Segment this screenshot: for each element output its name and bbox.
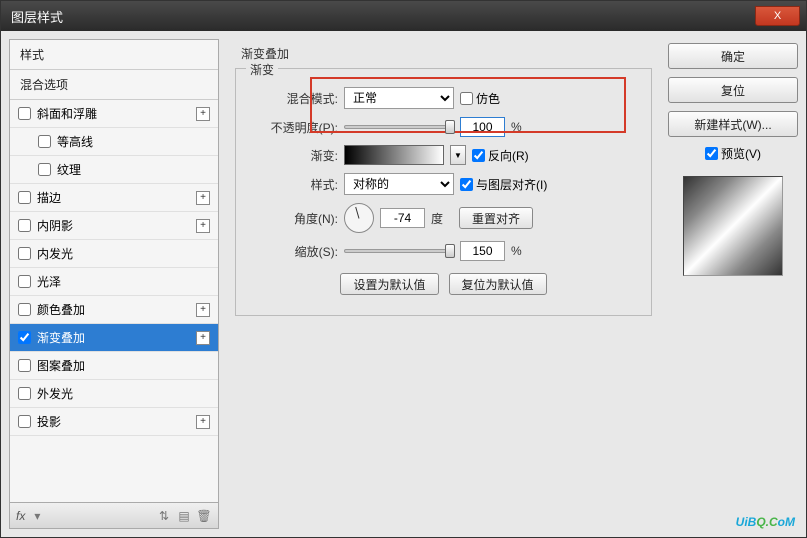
add-effect-icon[interactable]: + — [196, 191, 210, 205]
style-label: 样式: — [248, 176, 338, 193]
style-item-label: 渐变叠加 — [37, 329, 85, 346]
angle-dial[interactable] — [344, 203, 374, 233]
style-item-6[interactable]: 光泽 — [10, 268, 218, 296]
opacity-unit: % — [511, 120, 522, 134]
style-item-5[interactable]: 内发光 — [10, 240, 218, 268]
opacity-label: 不透明度(P): — [248, 119, 338, 136]
style-item-checkbox[interactable] — [18, 219, 31, 232]
opacity-slider[interactable] — [344, 125, 454, 129]
style-item-checkbox[interactable] — [18, 247, 31, 260]
scale-input[interactable] — [460, 241, 505, 261]
dialog-body: 样式 混合选项 斜面和浮雕+等高线纹理描边+内阴影+内发光光泽颜色叠加+渐变叠加… — [1, 31, 806, 537]
gradient-fieldset: 渐变 混合模式: 正常 仿色 不透明度(P): % 渐变: ▼ 反向(R) — [235, 68, 652, 316]
preview-swatch — [683, 176, 783, 276]
page-icon[interactable]: ▤ — [176, 508, 192, 524]
add-effect-icon[interactable]: + — [196, 331, 210, 345]
style-item-label: 内阴影 — [37, 217, 73, 234]
fx-icon[interactable]: fx — [16, 509, 25, 523]
scale-unit: % — [511, 244, 522, 258]
style-item-checkbox[interactable] — [18, 303, 31, 316]
style-item-10[interactable]: 外发光 — [10, 380, 218, 408]
style-item-checkbox[interactable] — [18, 415, 31, 428]
style-select[interactable]: 对称的 — [344, 173, 454, 195]
style-item-4[interactable]: 内阴影 + — [10, 212, 218, 240]
angle-label: 角度(N): — [248, 210, 338, 227]
close-button[interactable]: X — [755, 6, 800, 26]
styles-list-panel: 样式 混合选项 斜面和浮雕+等高线纹理描边+内阴影+内发光光泽颜色叠加+渐变叠加… — [9, 39, 219, 529]
blend-mode-select[interactable]: 正常 — [344, 87, 454, 109]
opacity-input[interactable] — [460, 117, 505, 137]
style-item-3[interactable]: 描边 + — [10, 184, 218, 212]
angle-input[interactable] — [380, 208, 425, 228]
style-item-label: 光泽 — [37, 273, 61, 290]
styles-header[interactable]: 样式 — [10, 40, 218, 70]
style-item-checkbox[interactable] — [18, 107, 31, 120]
fieldset-label: 渐变 — [246, 61, 278, 78]
style-item-label: 颜色叠加 — [37, 301, 85, 318]
style-item-label: 描边 — [37, 189, 61, 206]
gradient-swatch[interactable] — [344, 145, 444, 165]
add-effect-icon[interactable]: + — [196, 303, 210, 317]
style-item-label: 纹理 — [57, 161, 81, 178]
style-item-checkbox[interactable] — [18, 191, 31, 204]
blend-mode-label: 混合模式: — [248, 90, 338, 107]
style-item-11[interactable]: 投影 + — [10, 408, 218, 436]
style-item-label: 外发光 — [37, 385, 73, 402]
style-item-9[interactable]: 图案叠加 — [10, 352, 218, 380]
style-item-checkbox[interactable] — [38, 135, 51, 148]
reverse-checkbox[interactable]: 反向(R) — [472, 147, 529, 164]
style-item-0[interactable]: 斜面和浮雕 + — [10, 100, 218, 128]
chevron-down-icon[interactable]: ▾ — [29, 508, 45, 524]
style-item-checkbox[interactable] — [18, 331, 31, 344]
watermark: UiBQ.CoM — [736, 506, 795, 532]
add-effect-icon[interactable]: + — [196, 219, 210, 233]
style-item-label: 斜面和浮雕 — [37, 105, 97, 122]
style-item-1[interactable]: 等高线 — [10, 128, 218, 156]
style-item-label: 图案叠加 — [37, 357, 85, 374]
trash-icon[interactable]: 🗑 — [196, 508, 212, 524]
add-effect-icon[interactable]: + — [196, 107, 210, 121]
set-default-button[interactable]: 设置为默认值 — [340, 273, 438, 295]
style-item-label: 等高线 — [57, 133, 93, 150]
new-style-button[interactable]: 新建样式(W)... — [668, 111, 798, 137]
blend-options-header[interactable]: 混合选项 — [10, 70, 218, 100]
titlebar[interactable]: 图层样式 X — [1, 1, 806, 31]
ok-button[interactable]: 确定 — [668, 43, 798, 69]
align-checkbox[interactable]: 与图层对齐(I) — [460, 176, 547, 193]
reset-default-button[interactable]: 复位为默认值 — [449, 273, 547, 295]
reset-align-button[interactable]: 重置对齐 — [459, 207, 533, 229]
panel-title: 渐变叠加 — [235, 43, 652, 64]
add-effect-icon[interactable]: + — [196, 415, 210, 429]
up-down-icon[interactable]: ⇅ — [156, 508, 172, 524]
style-item-2[interactable]: 纹理 — [10, 156, 218, 184]
settings-panel: 渐变叠加 渐变 混合模式: 正常 仿色 不透明度(P): % 渐变: — [225, 39, 662, 529]
style-item-checkbox[interactable] — [18, 275, 31, 288]
style-item-label: 内发光 — [37, 245, 73, 262]
style-item-checkbox[interactable] — [18, 359, 31, 372]
preview-checkbox[interactable]: 预览(V) — [668, 145, 798, 162]
dither-checkbox[interactable]: 仿色 — [460, 90, 500, 107]
action-panel: 确定 复位 新建样式(W)... 预览(V) — [668, 39, 798, 529]
gradient-dropdown-icon[interactable]: ▼ — [450, 145, 466, 165]
angle-unit: 度 — [431, 210, 443, 227]
style-item-8[interactable]: 渐变叠加 + — [10, 324, 218, 352]
layer-style-dialog: 图层样式 X 样式 混合选项 斜面和浮雕 + 等高线纹理描边 + 内阴影 + 内发光光泽颜色… — [0, 0, 807, 538]
styles-footer: fx ▾ ⇅ ▤ 🗑 — [10, 502, 218, 528]
style-item-label: 投影 — [37, 413, 61, 430]
window-title: 图层样式 — [11, 7, 63, 26]
gradient-label: 渐变: — [248, 147, 338, 164]
reset-button[interactable]: 复位 — [668, 77, 798, 103]
style-item-7[interactable]: 颜色叠加 + — [10, 296, 218, 324]
scale-label: 缩放(S): — [248, 243, 338, 260]
scale-slider[interactable] — [344, 249, 454, 253]
style-item-checkbox[interactable] — [38, 163, 51, 176]
style-item-checkbox[interactable] — [18, 387, 31, 400]
